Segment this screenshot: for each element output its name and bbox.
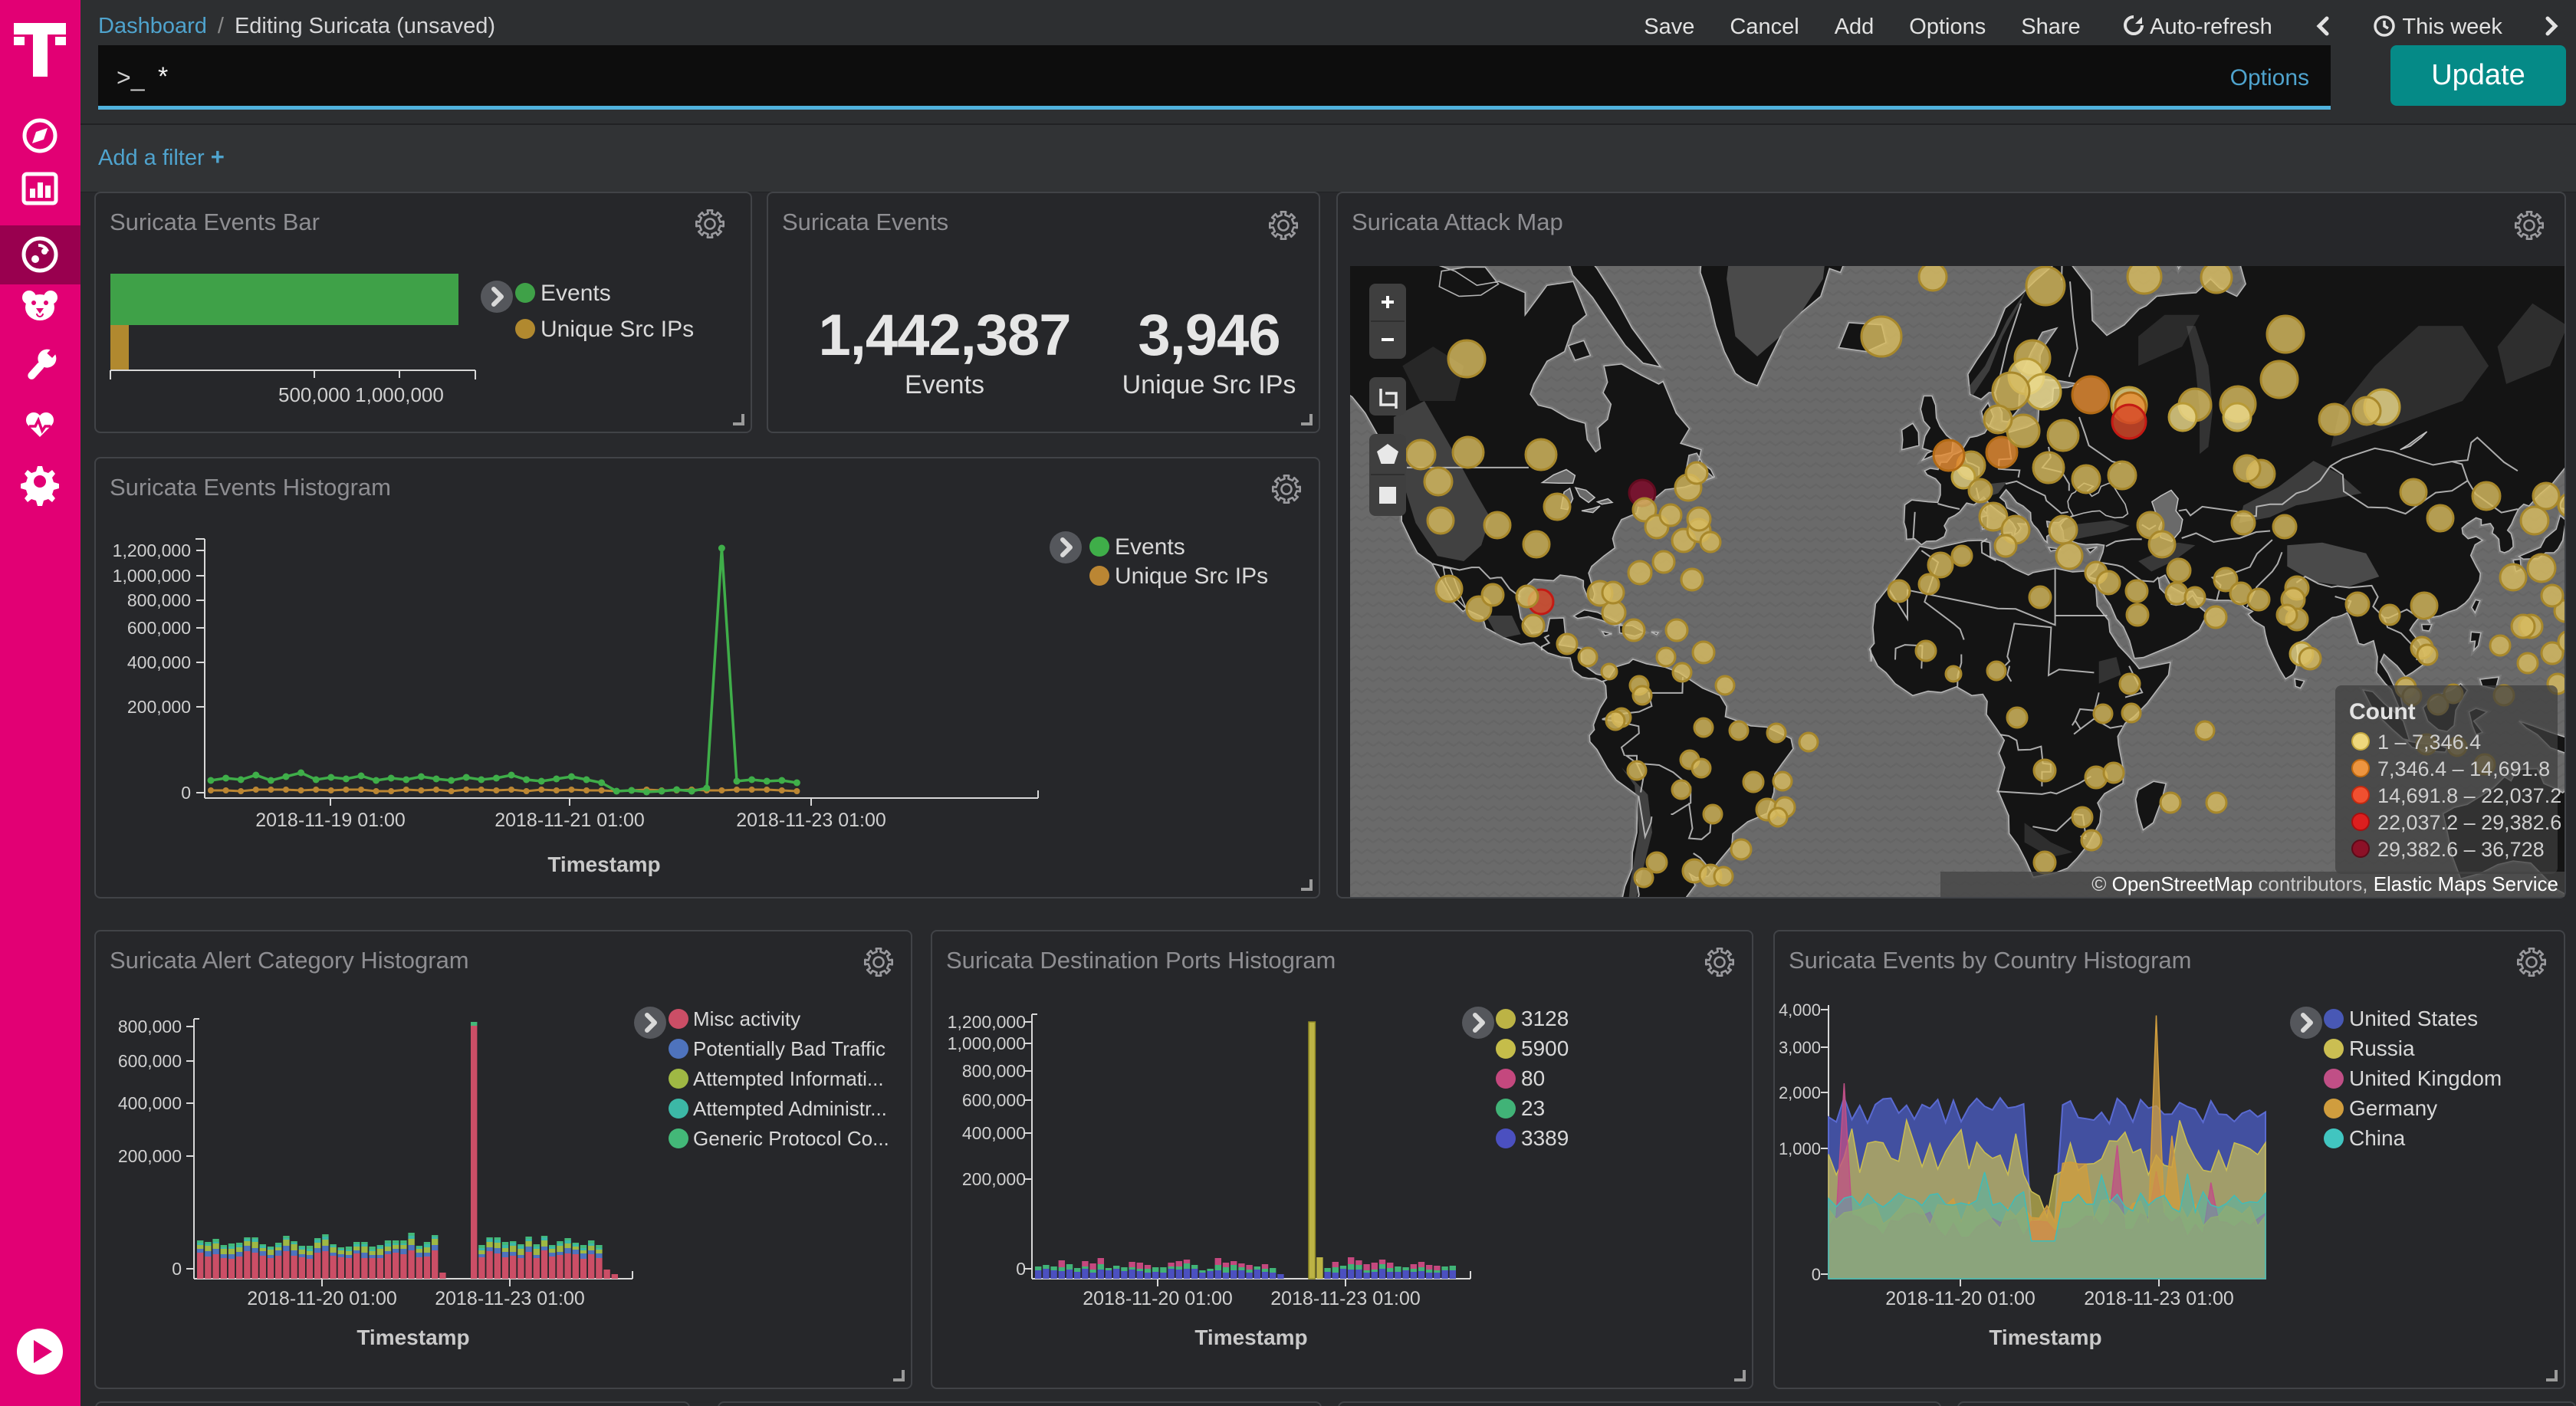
svg-text:Count: Count [2349, 699, 2416, 724]
svg-text:Unique Src IPs: Unique Src IPs [1115, 563, 1268, 589]
svg-text:Germany: Germany [2349, 1096, 2437, 1120]
svg-text:2018-11-19 01:00: 2018-11-19 01:00 [255, 810, 406, 831]
svg-text:800,000: 800,000 [962, 1061, 1026, 1081]
svg-text:1,200,000: 1,200,000 [113, 540, 191, 560]
svg-text:China: China [2349, 1126, 2406, 1150]
svg-text:3,000: 3,000 [1779, 1038, 1821, 1057]
svg-text:0: 0 [1812, 1265, 1821, 1284]
svg-text:2018-11-20 01:00: 2018-11-20 01:00 [247, 1288, 397, 1309]
svg-text:2018-11-23 01:00: 2018-11-23 01:00 [435, 1288, 585, 1309]
svg-text:400,000: 400,000 [962, 1123, 1026, 1143]
svg-text:2018-11-20 01:00: 2018-11-20 01:00 [1083, 1288, 1233, 1309]
svg-text:200,000: 200,000 [127, 697, 191, 717]
svg-text:80: 80 [1521, 1066, 1545, 1090]
svg-text:14,691.8 – 22,037.2: 14,691.8 – 22,037.2 [2377, 784, 2561, 807]
svg-text:Potentially Bad Traffic: Potentially Bad Traffic [693, 1037, 886, 1060]
svg-text:500,000: 500,000 [278, 383, 350, 406]
svg-text:1,200,000: 1,200,000 [948, 1012, 1026, 1032]
svg-text:600,000: 600,000 [118, 1051, 182, 1071]
svg-text:Timestamp: Timestamp [1194, 1326, 1307, 1349]
svg-text:600,000: 600,000 [127, 618, 191, 638]
svg-text:Russia: Russia [2349, 1036, 2415, 1060]
svg-text:800,000: 800,000 [118, 1017, 182, 1036]
svg-text:Events: Events [540, 281, 611, 306]
svg-text:7,346.4 – 14,691.8: 7,346.4 – 14,691.8 [2377, 757, 2550, 780]
svg-text:200,000: 200,000 [962, 1169, 1026, 1189]
svg-text:Timestamp: Timestamp [1989, 1326, 2101, 1349]
svg-text:3128: 3128 [1521, 1007, 1569, 1030]
svg-text:400,000: 400,000 [118, 1093, 182, 1113]
svg-text:1,000,000: 1,000,000 [113, 566, 191, 586]
svg-text:600,000: 600,000 [962, 1090, 1026, 1110]
svg-text:4,000: 4,000 [1779, 1000, 1821, 1020]
svg-text:2018-11-21 01:00: 2018-11-21 01:00 [495, 810, 645, 831]
svg-text:Attempted Informati...: Attempted Informati... [693, 1067, 884, 1090]
svg-text:2018-11-23 01:00: 2018-11-23 01:00 [736, 810, 886, 831]
svg-text:2,000: 2,000 [1779, 1083, 1821, 1102]
svg-text:3389: 3389 [1521, 1126, 1569, 1150]
svg-text:Timestamp: Timestamp [547, 852, 660, 876]
svg-text:22,037.2 – 29,382.6: 22,037.2 – 29,382.6 [2377, 811, 2561, 834]
svg-text:United States: United States [2349, 1007, 2478, 1030]
svg-text:2018-11-23 01:00: 2018-11-23 01:00 [2084, 1288, 2234, 1309]
svg-text:1,000: 1,000 [1779, 1139, 1821, 1158]
svg-text:2018-11-20 01:00: 2018-11-20 01:00 [1885, 1288, 2036, 1309]
svg-text:2018-11-23 01:00: 2018-11-23 01:00 [1270, 1288, 1421, 1309]
svg-text:Generic Protocol Co...: Generic Protocol Co... [693, 1127, 889, 1150]
svg-text:800,000: 800,000 [127, 590, 191, 610]
svg-text:© OpenStreetMap contributors,: © OpenStreetMap contributors, Elastic Ma… [2091, 872, 2558, 895]
svg-text:Attempted Administr...: Attempted Administr... [693, 1097, 887, 1120]
svg-text:200,000: 200,000 [118, 1146, 182, 1166]
svg-text:5900: 5900 [1521, 1036, 1569, 1060]
svg-text:1,000,000: 1,000,000 [355, 383, 444, 406]
svg-text:Events: Events [1115, 534, 1185, 560]
svg-text:0: 0 [181, 783, 191, 803]
svg-text:Timestamp: Timestamp [356, 1326, 469, 1349]
svg-text:Unique Src IPs: Unique Src IPs [540, 317, 694, 342]
svg-text:0: 0 [172, 1259, 182, 1279]
svg-text:29,382.6 – 36,728: 29,382.6 – 36,728 [2377, 838, 2545, 861]
svg-text:Misc activity: Misc activity [693, 1007, 800, 1030]
svg-text:1 – 7,346.4: 1 – 7,346.4 [2377, 731, 2481, 754]
svg-text:United Kingdom: United Kingdom [2349, 1066, 2502, 1090]
svg-text:1,000,000: 1,000,000 [948, 1033, 1026, 1053]
svg-text:400,000: 400,000 [127, 652, 191, 672]
svg-text:23: 23 [1521, 1096, 1545, 1120]
